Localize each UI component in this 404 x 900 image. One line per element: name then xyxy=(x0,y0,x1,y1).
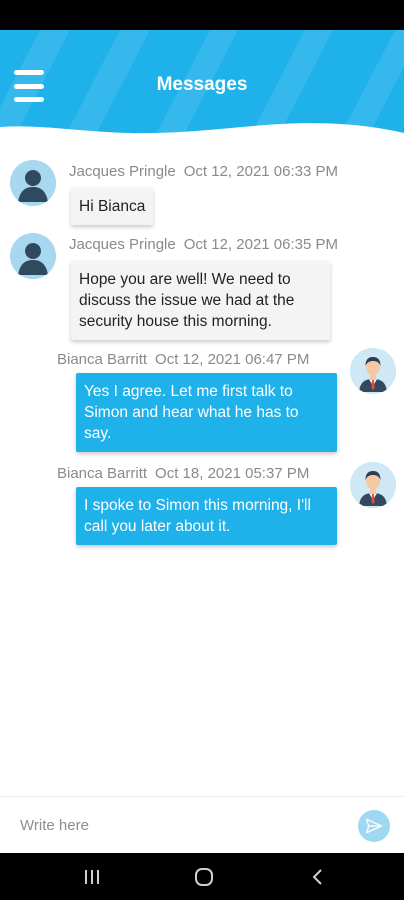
send-paper-plane-icon xyxy=(365,818,383,834)
header: Messages xyxy=(0,30,404,146)
message-timestamp: Oct 12, 2021 06:33 PM xyxy=(183,163,338,180)
message-sender: Jacques Pringle xyxy=(69,163,176,180)
businessman-avatar-icon xyxy=(350,462,396,508)
back-chevron-icon xyxy=(312,869,322,885)
message-timestamp: Oct 12, 2021 06:47 PM xyxy=(155,351,310,368)
message-composer xyxy=(0,796,404,854)
send-button[interactable] xyxy=(358,810,390,842)
person-silhouette-icon xyxy=(10,160,56,206)
home-button[interactable] xyxy=(192,865,216,889)
message-sender: Bianca Barritt xyxy=(57,465,148,482)
message-sender: Jacques Pringle xyxy=(69,236,176,253)
home-circle-icon xyxy=(195,868,213,886)
page-title: Messages xyxy=(156,74,248,95)
system-navigation-bar xyxy=(0,853,404,900)
person-silhouette-icon xyxy=(10,233,56,279)
message-bubble: Hope you are well! We need to discuss th… xyxy=(71,261,330,340)
recent-apps-icon xyxy=(85,870,99,884)
recent-apps-button[interactable] xyxy=(80,865,104,889)
status-bar xyxy=(0,0,404,30)
businessman-avatar-icon xyxy=(350,348,396,394)
message-bubble: Hi Bianca xyxy=(71,188,154,225)
message-sender: Bianca Barritt xyxy=(57,351,148,368)
message-timestamp: Oct 12, 2021 06:35 PM xyxy=(183,236,338,253)
message-bubble: Yes I agree. Let me first talk to Simon … xyxy=(76,373,337,452)
message-bubble: I spoke to Simon this morning, I'll call… xyxy=(76,487,337,545)
message-timestamp: Oct 18, 2021 05:37 PM xyxy=(155,465,310,482)
back-button[interactable] xyxy=(306,865,330,889)
message-input[interactable] xyxy=(18,816,342,835)
